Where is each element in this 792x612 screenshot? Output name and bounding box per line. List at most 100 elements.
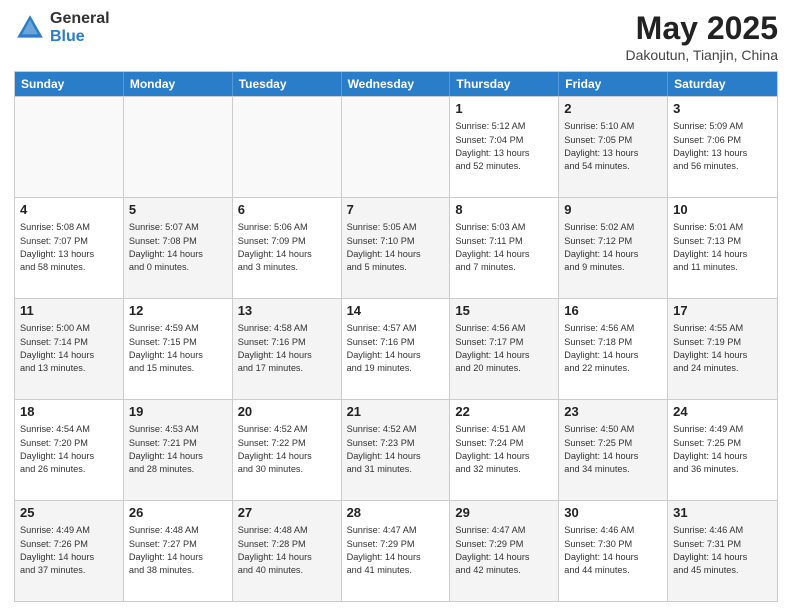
day-number: 6 xyxy=(238,201,336,219)
empty-cell xyxy=(15,97,124,197)
day-cell-21: 21Sunrise: 4:52 AM Sunset: 7:23 PM Dayli… xyxy=(342,400,451,500)
day-cell-31: 31Sunrise: 4:46 AM Sunset: 7:31 PM Dayli… xyxy=(668,501,777,601)
day-info: Sunrise: 4:48 AM Sunset: 7:27 PM Dayligh… xyxy=(129,524,227,577)
header: General Blue May 2025 Dakoutun, Tianjin,… xyxy=(14,10,778,63)
day-cell-25: 25 Sunrise: 4:49 AM Sunset: 7:26 PM Dayli… xyxy=(15,501,124,601)
day-cell-11: 11Sunrise: 5:00 AM Sunset: 7:14 PM Dayli… xyxy=(15,299,124,399)
day-cell-13: 13 Sunrise: 4:58 AM Sunset: 7:16 PM Dayli… xyxy=(233,299,342,399)
calendar: SundayMondayTuesdayWednesdayThursdayFrid… xyxy=(14,71,778,602)
calendar-body: 1Sunrise: 5:12 AM Sunset: 7:04 PM Daylig… xyxy=(15,96,777,601)
day-number: 8 xyxy=(455,201,553,219)
day-cell-23: 23 Sunrise: 4:50 AM Sunset: 7:25 PM Dayli… xyxy=(559,400,668,500)
day-info: Sunrise: 4:54 AM Sunset: 7:20 PM Dayligh… xyxy=(20,423,118,476)
day-info: Sunrise: 4:50 AM Sunset: 7:25 PM Dayligh… xyxy=(564,423,662,476)
day-number: 3 xyxy=(673,100,772,118)
day-info: Sunrise: 5:08 AM Sunset: 7:07 PM Dayligh… xyxy=(20,221,118,274)
day-info: Sunrise: 4:52 AM Sunset: 7:22 PM Dayligh… xyxy=(238,423,336,476)
day-cell-24: 24Sunrise: 4:49 AM Sunset: 7:25 PM Dayli… xyxy=(668,400,777,500)
page-subtitle: Dakoutun, Tianjin, China xyxy=(625,47,778,63)
day-info: Sunrise: 5:01 AM Sunset: 7:13 PM Dayligh… xyxy=(673,221,772,274)
day-number: 31 xyxy=(673,504,772,522)
day-cell-15: 15 Sunrise: 4:56 AM Sunset: 7:17 PM Dayli… xyxy=(450,299,559,399)
day-number: 27 xyxy=(238,504,336,522)
day-info: Sunrise: 5:05 AM Sunset: 7:10 PM Dayligh… xyxy=(347,221,445,274)
day-cell-1: 1Sunrise: 5:12 AM Sunset: 7:04 PM Daylig… xyxy=(450,97,559,197)
day-cell-22: 22 Sunrise: 4:51 AM Sunset: 7:24 PM Dayli… xyxy=(450,400,559,500)
day-cell-26: 26 Sunrise: 4:48 AM Sunset: 7:27 PM Dayli… xyxy=(124,501,233,601)
day-cell-9: 9 Sunrise: 5:02 AM Sunset: 7:12 PM Daylig… xyxy=(559,198,668,298)
day-number: 23 xyxy=(564,403,662,421)
day-number: 22 xyxy=(455,403,553,421)
day-info: Sunrise: 4:59 AM Sunset: 7:15 PM Dayligh… xyxy=(129,322,227,375)
day-number: 15 xyxy=(455,302,553,320)
day-cell-27: 27 Sunrise: 4:48 AM Sunset: 7:28 PM Dayli… xyxy=(233,501,342,601)
day-number: 16 xyxy=(564,302,662,320)
header-cell-friday: Friday xyxy=(559,72,668,96)
day-cell-6: 6 Sunrise: 5:06 AM Sunset: 7:09 PM Daylig… xyxy=(233,198,342,298)
calendar-row-2: 11Sunrise: 5:00 AM Sunset: 7:14 PM Dayli… xyxy=(15,298,777,399)
day-number: 17 xyxy=(673,302,772,320)
day-info: Sunrise: 4:48 AM Sunset: 7:28 PM Dayligh… xyxy=(238,524,336,577)
day-info: Sunrise: 5:09 AM Sunset: 7:06 PM Dayligh… xyxy=(673,120,772,173)
day-info: Sunrise: 5:10 AM Sunset: 7:05 PM Dayligh… xyxy=(564,120,662,173)
day-number: 11 xyxy=(20,302,118,320)
day-cell-5: 5Sunrise: 5:07 AM Sunset: 7:08 PM Daylig… xyxy=(124,198,233,298)
day-info: Sunrise: 4:53 AM Sunset: 7:21 PM Dayligh… xyxy=(129,423,227,476)
day-number: 9 xyxy=(564,201,662,219)
day-info: Sunrise: 5:06 AM Sunset: 7:09 PM Dayligh… xyxy=(238,221,336,274)
day-number: 20 xyxy=(238,403,336,421)
day-info: Sunrise: 4:55 AM Sunset: 7:19 PM Dayligh… xyxy=(673,322,772,375)
day-cell-16: 16 Sunrise: 4:56 AM Sunset: 7:18 PM Dayli… xyxy=(559,299,668,399)
day-info: Sunrise: 4:47 AM Sunset: 7:29 PM Dayligh… xyxy=(347,524,445,577)
header-cell-thursday: Thursday xyxy=(450,72,559,96)
day-info: Sunrise: 4:47 AM Sunset: 7:29 PM Dayligh… xyxy=(455,524,553,577)
day-number: 26 xyxy=(129,504,227,522)
day-number: 12 xyxy=(129,302,227,320)
page-title: May 2025 xyxy=(625,10,778,47)
day-cell-14: 14Sunrise: 4:57 AM Sunset: 7:16 PM Dayli… xyxy=(342,299,451,399)
header-cell-wednesday: Wednesday xyxy=(342,72,451,96)
day-number: 30 xyxy=(564,504,662,522)
calendar-header: SundayMondayTuesdayWednesdayThursdayFrid… xyxy=(15,72,777,96)
day-info: Sunrise: 4:46 AM Sunset: 7:30 PM Dayligh… xyxy=(564,524,662,577)
empty-cell xyxy=(233,97,342,197)
logo: General Blue xyxy=(14,10,110,45)
day-cell-17: 17 Sunrise: 4:55 AM Sunset: 7:19 PM Dayli… xyxy=(668,299,777,399)
day-number: 18 xyxy=(20,403,118,421)
day-info: Sunrise: 4:56 AM Sunset: 7:18 PM Dayligh… xyxy=(564,322,662,375)
day-cell-2: 2 Sunrise: 5:10 AM Sunset: 7:05 PM Daylig… xyxy=(559,97,668,197)
day-number: 5 xyxy=(129,201,227,219)
day-number: 19 xyxy=(129,403,227,421)
day-number: 10 xyxy=(673,201,772,219)
day-cell-19: 19 Sunrise: 4:53 AM Sunset: 7:21 PM Dayli… xyxy=(124,400,233,500)
day-info: Sunrise: 4:52 AM Sunset: 7:23 PM Dayligh… xyxy=(347,423,445,476)
day-number: 7 xyxy=(347,201,445,219)
day-info: Sunrise: 4:49 AM Sunset: 7:26 PM Dayligh… xyxy=(20,524,118,577)
calendar-row-4: 25 Sunrise: 4:49 AM Sunset: 7:26 PM Dayli… xyxy=(15,500,777,601)
day-cell-3: 3 Sunrise: 5:09 AM Sunset: 7:06 PM Daylig… xyxy=(668,97,777,197)
day-number: 28 xyxy=(347,504,445,522)
logo-icon xyxy=(14,12,46,44)
day-cell-8: 8Sunrise: 5:03 AM Sunset: 7:11 PM Daylig… xyxy=(450,198,559,298)
header-cell-sunday: Sunday xyxy=(15,72,124,96)
day-cell-10: 10 Sunrise: 5:01 AM Sunset: 7:13 PM Dayli… xyxy=(668,198,777,298)
day-info: Sunrise: 5:02 AM Sunset: 7:12 PM Dayligh… xyxy=(564,221,662,274)
day-number: 2 xyxy=(564,100,662,118)
day-number: 25 xyxy=(20,504,118,522)
day-info: Sunrise: 4:56 AM Sunset: 7:17 PM Dayligh… xyxy=(455,322,553,375)
logo-general: General xyxy=(50,10,110,28)
day-info: Sunrise: 4:51 AM Sunset: 7:24 PM Dayligh… xyxy=(455,423,553,476)
logo-text: General Blue xyxy=(50,10,110,45)
empty-cell xyxy=(124,97,233,197)
day-number: 4 xyxy=(20,201,118,219)
header-cell-monday: Monday xyxy=(124,72,233,96)
day-info: Sunrise: 4:58 AM Sunset: 7:16 PM Dayligh… xyxy=(238,322,336,375)
day-number: 14 xyxy=(347,302,445,320)
day-cell-4: 4 Sunrise: 5:08 AM Sunset: 7:07 PM Daylig… xyxy=(15,198,124,298)
calendar-row-3: 18 Sunrise: 4:54 AM Sunset: 7:20 PM Dayli… xyxy=(15,399,777,500)
day-cell-29: 29Sunrise: 4:47 AM Sunset: 7:29 PM Dayli… xyxy=(450,501,559,601)
calendar-row-0: 1Sunrise: 5:12 AM Sunset: 7:04 PM Daylig… xyxy=(15,96,777,197)
day-number: 13 xyxy=(238,302,336,320)
day-cell-30: 30 Sunrise: 4:46 AM Sunset: 7:30 PM Dayli… xyxy=(559,501,668,601)
day-cell-7: 7 Sunrise: 5:05 AM Sunset: 7:10 PM Daylig… xyxy=(342,198,451,298)
